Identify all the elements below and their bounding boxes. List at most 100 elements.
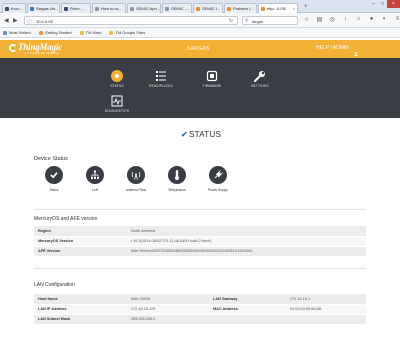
table-key: MAC Address (209, 304, 286, 315)
close-window-icon[interactable]: × (387, 0, 400, 8)
page-favicon-icon (30, 7, 34, 11)
nav-label: SETTINGS (251, 84, 269, 88)
table-key: Host Name (34, 294, 127, 305)
checkmark-icon: ✔ (181, 130, 189, 139)
tab-label: How to ra... (101, 6, 122, 11)
device-status-label: Power Supply (208, 188, 228, 192)
table-value: M6e HW/rev0037204002048003260039/d003204… (127, 246, 366, 257)
nav-label: STATUS (110, 84, 124, 88)
brand-tagline: A DIVISION OF TRIMBLE (24, 52, 60, 55)
search-box[interactable]: ⚲ fargas (242, 16, 298, 25)
app-header: ThingMagic A DIVISION OF TRIMBLE SARGAS … (0, 40, 400, 58)
device-status-label: Status (49, 188, 59, 192)
browser-tab[interactable]: SEMIC -... (162, 3, 192, 13)
table-value: 172.16.16.123 (127, 304, 209, 315)
firmware-icon (206, 70, 218, 82)
home-icon[interactable]: ⌂ (354, 16, 363, 23)
minimize-icon[interactable]: – (369, 0, 378, 8)
tab-label: SEMIC Apri... (136, 6, 161, 11)
close-tab-icon[interactable]: × (293, 6, 295, 11)
nav-status[interactable]: STATUS (97, 70, 137, 88)
device-status-label: Temperature (168, 188, 186, 192)
table-key (209, 314, 286, 325)
new-tab-icon[interactable]: + (304, 4, 308, 10)
device-status-item[interactable]: Temperature (165, 166, 189, 192)
plug-icon (209, 166, 227, 184)
menu-icon[interactable]: ≡ (393, 16, 400, 23)
sync-icon[interactable]: ● (367, 16, 376, 23)
table-row: AFE Version M6e HW/rev003720400204800326… (34, 246, 366, 257)
bookmark-item[interactable]: TM Sites (79, 30, 101, 35)
page-title-text: STATUS (189, 130, 222, 139)
lan-config-table: Host Name M6e-25008 LAN Gateway 172.16.1… (34, 294, 366, 325)
nav-diagnostics[interactable]: DIAGNOSTICS (97, 95, 137, 113)
device-status-item[interactable]: Status (42, 166, 66, 192)
table-key: MercuryOS Version (34, 236, 127, 247)
bookmark-item[interactable]: Getting Started (38, 30, 72, 35)
forward-icon[interactable]: ▶ (13, 17, 18, 24)
maximize-icon[interactable]: □ (378, 0, 387, 8)
browser-tab-active[interactable]: http...0.05/ × (258, 3, 298, 13)
nav-firmware[interactable]: FIRMWARE (192, 70, 232, 88)
search-query: fargas (252, 19, 264, 24)
tab-label: http...0.05/ (267, 6, 286, 11)
help-admin-label: HELP | ADMIN (316, 45, 349, 51)
window-controls: – □ × (369, 0, 400, 8)
table-row: MercuryOS Version r.19.3(2014-08/02/T01:… (34, 236, 366, 247)
device-status-icons: Status LAN Antenna Ports Temperature Pow… (42, 166, 230, 192)
table-key: LAN IP Address (34, 304, 127, 315)
device-status-item[interactable]: Antenna Ports (124, 166, 148, 192)
browser-tab[interactable]: Kroo... (2, 3, 26, 13)
status-check-icon (45, 166, 63, 184)
nav-read-plugin[interactable]: READ/PLUGIN (141, 70, 181, 88)
table-row: LAN IP Address 172.16.16.123 MAC Address… (34, 304, 366, 315)
tab-label: Runn... (70, 6, 83, 11)
device-status-item[interactable]: LAN (83, 166, 107, 192)
table-row: Host Name M6e-25008 LAN Gateway 172.16.1… (34, 294, 366, 305)
browser-toolbar: ☆ ▤ ◎ ↓ ⌂ ● ◐ ≡ (302, 16, 400, 23)
site-info-icon[interactable]: ⓘ (27, 18, 32, 25)
bookmark-item[interactable]: TM Google Sites (109, 30, 145, 35)
tab-label: Kroo... (11, 6, 23, 11)
tab-label: Sargas Un... (36, 6, 59, 11)
brand-name: ThingMagic (18, 42, 63, 52)
bookmark-folder-icon (79, 30, 84, 35)
main-content: ✔STATUS Device Status Status LAN Antenna… (0, 118, 400, 339)
browser-tab[interactable]: Problem l... (224, 3, 257, 13)
help-admin-links[interactable]: HELP | ADMIN (316, 45, 358, 56)
browser-tab[interactable]: How to ra... (92, 3, 126, 13)
browser-tab[interactable]: Sargas Un... (27, 3, 60, 13)
address-bar[interactable]: ⓘ 10.0.0.05 ↻ (24, 16, 238, 25)
device-status-item[interactable]: Power Supply (206, 166, 230, 192)
browser-tab[interactable]: Runn... (61, 3, 91, 13)
table-row: LAN Subnet Mask 255.255.255.0 (34, 314, 366, 325)
bookmark-item[interactable]: Most Visited (3, 30, 31, 35)
back-icon[interactable]: ◀ (4, 17, 9, 24)
table-value: 172.16.16.1 (286, 294, 366, 305)
bookmark-folder-icon (3, 30, 7, 35)
device-status-label: Antenna Ports (125, 188, 147, 192)
reading-list-icon[interactable]: ▤ (315, 16, 324, 23)
tab-label: SEMIC -... (171, 6, 190, 11)
table-value: North America (127, 226, 366, 237)
main-navigation: STATUS READ/PLUGIN FIRMWARE SETTINGS DIA… (0, 58, 400, 118)
diagnostics-icon (111, 95, 123, 107)
reload-icon[interactable]: ↻ (229, 18, 233, 24)
pocket-icon[interactable]: ◎ (328, 16, 337, 23)
browser-tab[interactable]: SEMIC I... (193, 3, 223, 13)
browser-tab[interactable]: SEMIC Apri... (127, 3, 161, 13)
thingmagic-logo[interactable]: ThingMagic A DIVISION OF TRIMBLE (9, 42, 63, 55)
nav-label: FIRMWARE (202, 84, 222, 88)
table-key: Region (34, 226, 127, 237)
extension-icon[interactable]: ◐ (380, 16, 389, 23)
page-favicon-icon (130, 7, 134, 11)
nav-settings[interactable]: SETTINGS (240, 70, 280, 88)
search-icon: ⚲ (245, 18, 249, 24)
download-icon[interactable]: ↓ (341, 16, 350, 23)
tab-label: SEMIC I... (202, 6, 221, 11)
logo-swirl-icon (9, 44, 17, 52)
bookmark-star-icon[interactable]: ☆ (302, 16, 311, 23)
table-row: Region North America (34, 226, 366, 237)
page-favicon-icon (64, 7, 68, 11)
table-value (286, 314, 366, 325)
